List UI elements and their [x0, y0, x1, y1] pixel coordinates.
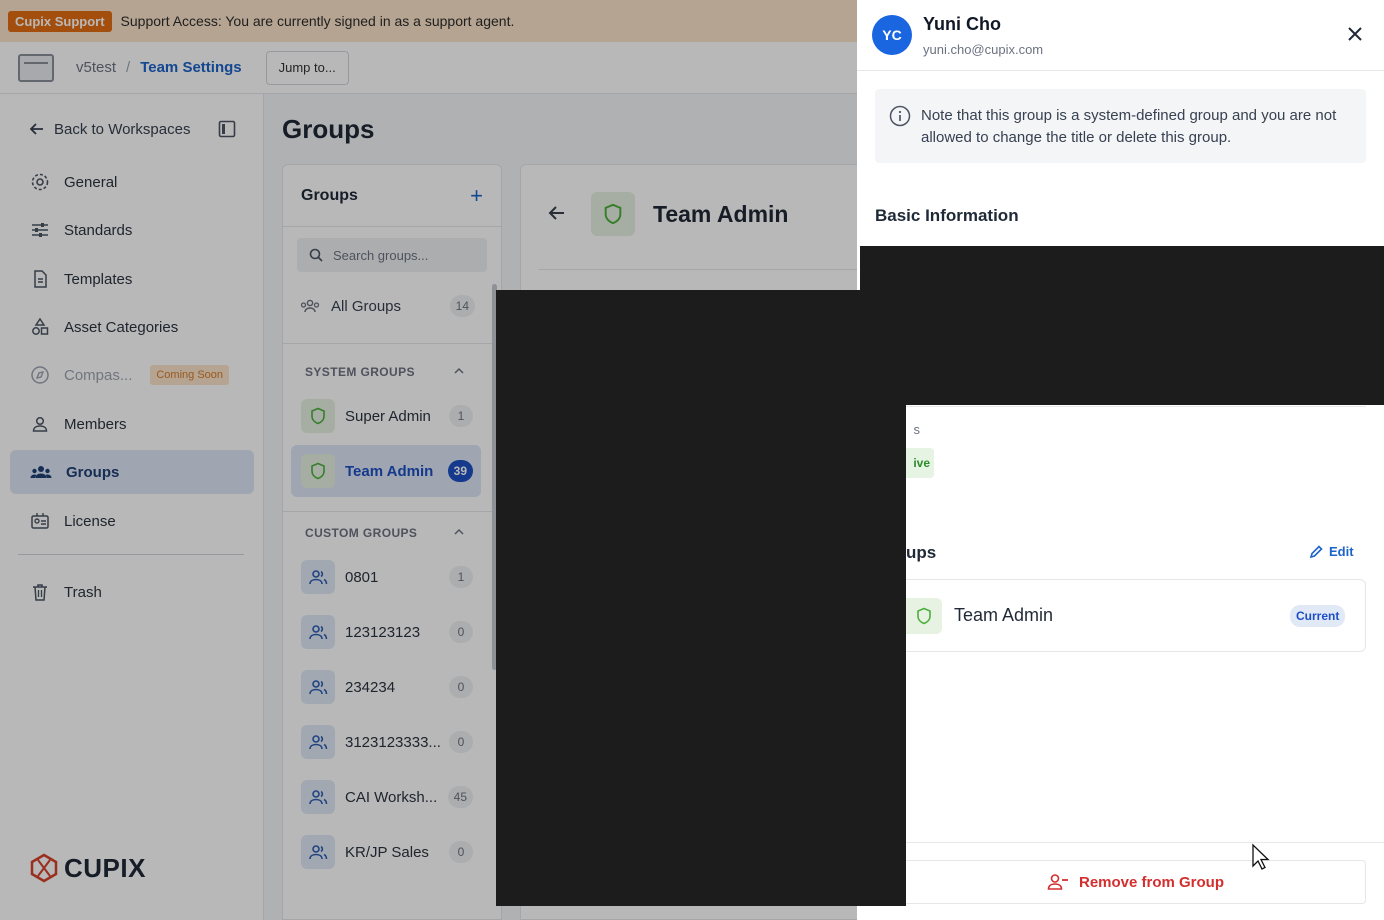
drawer-header: YC Yuni Cho yuni.cho@cupix.com	[857, 0, 1384, 71]
edit-groups-button[interactable]: Edit	[1309, 544, 1354, 559]
system-group-notice: Note that this group is a system-defined…	[875, 89, 1366, 163]
redacted-region	[860, 246, 1384, 405]
edit-label: Edit	[1329, 544, 1354, 559]
footer-divider	[906, 842, 1384, 843]
close-icon[interactable]	[1347, 26, 1363, 42]
groups-section-heading: ups	[906, 543, 937, 562]
shield-icon	[906, 598, 942, 634]
member-name: Yuni Cho	[923, 14, 1001, 34]
member-group-name: Team Admin	[954, 605, 1054, 625]
redacted-region	[496, 290, 906, 906]
info-icon	[889, 105, 911, 127]
current-badge: Current	[1290, 605, 1346, 627]
person-remove-icon	[1047, 874, 1068, 890]
status-badge: ive	[906, 448, 934, 478]
member-group-card: Team Admin Current	[906, 579, 1366, 652]
member-drawer: YC Yuni Cho yuni.cho@cupix.com Note that…	[857, 0, 1384, 920]
notice-text: Note that this group is a system-defined…	[921, 107, 1337, 146]
pencil-icon	[1309, 544, 1323, 558]
basic-information-heading: Basic Information	[875, 206, 1019, 225]
remove-label: Remove from Group	[1078, 873, 1225, 891]
member-email: yuni.cho@cupix.com	[923, 42, 1044, 57]
mouse-cursor-icon	[1252, 843, 1270, 870]
status-label: s	[913, 422, 921, 437]
avatar: YC	[872, 15, 912, 55]
section-divider	[906, 406, 1366, 407]
remove-from-group-button[interactable]: Remove from Group	[906, 860, 1366, 904]
